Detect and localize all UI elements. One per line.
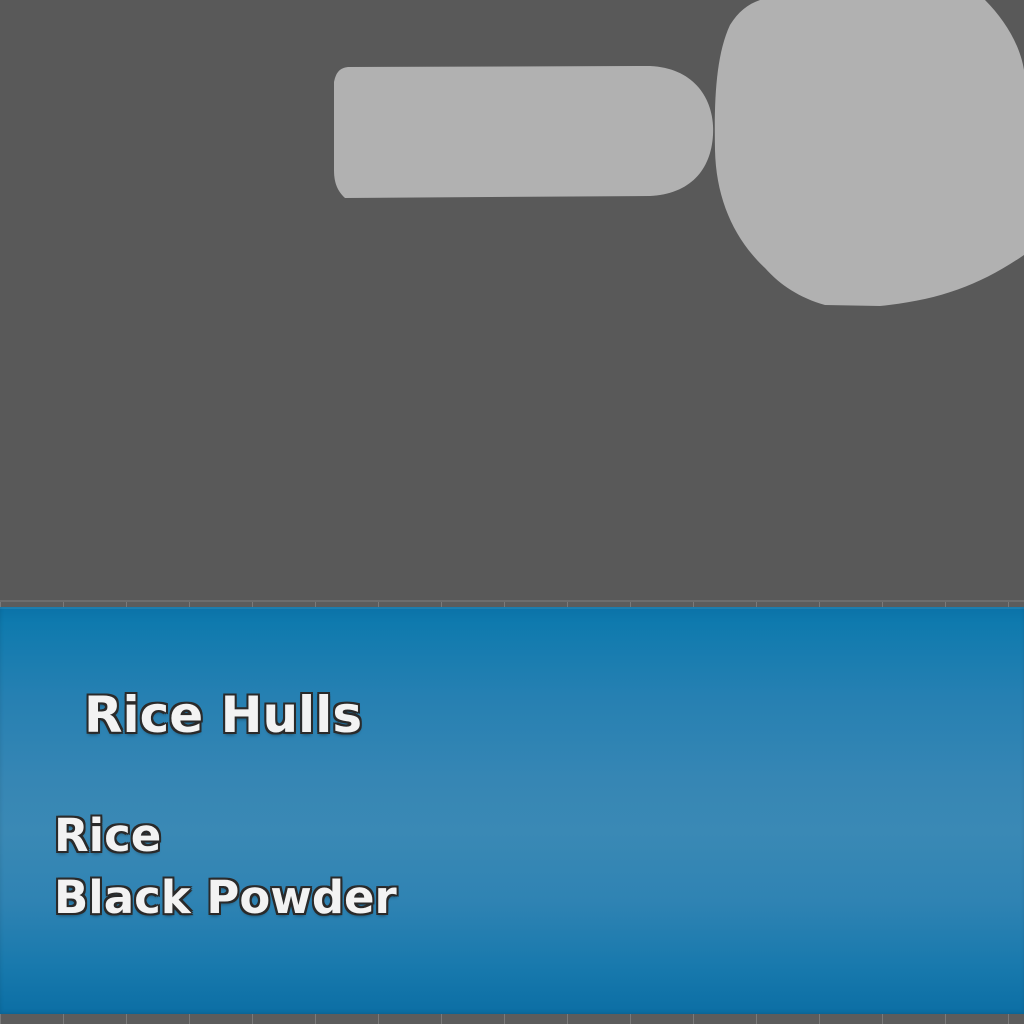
ingredient-list: Rice Black Powder — [54, 805, 397, 929]
silhouette-bar-shape — [334, 66, 714, 198]
ingredient-item-rice: Rice — [54, 809, 162, 862]
rice-hulls-icon — [334, 0, 1024, 306]
item-info-panel: Rice Hulls Rice Black Powder — [0, 607, 1024, 1016]
inventory-slot-strip-bottom — [0, 1014, 1024, 1024]
ingredient-item-black-powder: Black Powder — [54, 871, 397, 924]
silhouette-round-shape — [714, 0, 1024, 306]
item-info-screen: Rice Hulls Rice Black Powder — [0, 0, 1024, 1024]
item-title: Rice Hulls — [84, 686, 363, 744]
